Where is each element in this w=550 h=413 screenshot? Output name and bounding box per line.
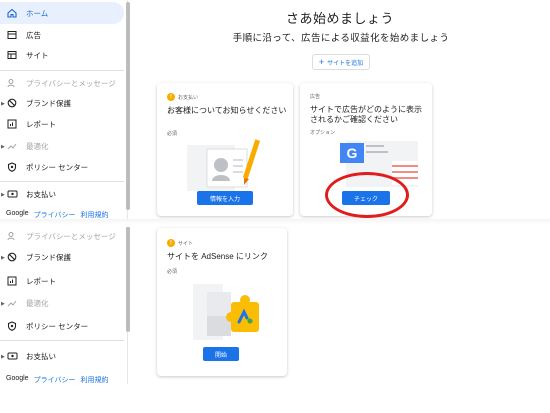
sidebar-footer: Google プライバシー 利用規約: [6, 375, 108, 385]
chip-label: サイト: [178, 240, 194, 247]
sidebar-item-payments[interactable]: お支払い: [0, 183, 124, 205]
sidebar-item-privacy[interactable]: プライバシーとメッセージ: [0, 72, 124, 94]
policy-icon: [6, 161, 18, 173]
sidebar-item-privacy[interactable]: プライバシーとメッセージ: [0, 225, 124, 247]
card-tag: 必須: [167, 131, 178, 137]
optimize-icon: [6, 297, 18, 309]
adsense-home-screenshot: ホーム 広告 サイト プライバシーとメッセージ ▶ ブランド保護 レポート ▶ …: [0, 0, 550, 413]
sidebar-item-label: レポート: [26, 119, 56, 129]
start-button[interactable]: 開始: [203, 347, 239, 361]
page-subtitle: 手順に沿って、広告による収益化を始めましょう: [232, 33, 450, 44]
block-icon: [6, 97, 18, 109]
sidebar-item-payments[interactable]: お支払い: [0, 345, 124, 367]
card-chip-label: 広告: [310, 94, 321, 100]
sidebar-item-label: 最適化: [26, 141, 49, 151]
privacy-icon: [6, 230, 18, 242]
profile-illustration: [187, 139, 261, 191]
sidebar-scrollbar[interactable]: [126, 226, 130, 332]
privacy-link[interactable]: プライバシー: [34, 375, 76, 385]
card-chip: ! お支払い: [167, 93, 198, 101]
sidebar-item-reports[interactable]: レポート: [0, 113, 124, 135]
sidebar-top: ホーム 広告 サイト プライバシーとメッセージ ▶ ブランド保護 レポート ▶ …: [0, 0, 128, 222]
add-site-button[interactable]: + サイトを追加: [312, 54, 370, 70]
sidebar-item-home[interactable]: ホーム: [0, 2, 124, 24]
sidebar-item-ads[interactable]: 広告: [0, 24, 124, 46]
sidebar-item-policy-center[interactable]: ポリシー センター: [0, 156, 124, 178]
alert-icon: !: [167, 239, 175, 247]
card-tag: 必須: [167, 269, 178, 275]
plus-icon: +: [318, 56, 325, 67]
sidebar-item-label: ポリシー センター: [26, 321, 89, 331]
sidebar-item-label: ブランド保護: [26, 98, 71, 108]
sidebar-item-brand-protection[interactable]: ブランド保護: [0, 246, 124, 268]
card-tag: オプション: [310, 130, 336, 136]
card-title: サイトを AdSense にリンク: [167, 252, 268, 261]
screenshot-seam: [0, 219, 550, 227]
ads-icon: [6, 29, 18, 41]
card-title: お客様についてお知らせください: [167, 106, 287, 115]
sidebar-scrollbar[interactable]: [126, 2, 130, 210]
highlight-circle-annotation: [325, 172, 409, 218]
sites-icon: [6, 49, 18, 61]
payments-card: ! お支払い お客様についてお知らせください 必須 情報を入力: [157, 83, 293, 216]
sidebar-divider: [0, 340, 124, 341]
sidebar-item-sites[interactable]: サイト: [0, 44, 124, 66]
sidebar-item-label: 広告: [26, 30, 41, 40]
terms-link[interactable]: 利用規約: [80, 375, 108, 385]
sidebar-item-reports[interactable]: レポート: [0, 270, 124, 292]
reports-icon: [6, 118, 18, 130]
sidebar-item-brand-protection[interactable]: ブランド保護: [0, 92, 124, 114]
sidebar-item-label: プライバシーとメッセージ: [26, 231, 116, 241]
policy-icon: [6, 320, 18, 332]
sidebar-item-label: ブランド保護: [26, 252, 71, 262]
add-site-label: サイトを追加: [327, 60, 364, 67]
sidebar-bottom: プライバシーとメッセージ ▶ ブランド保護 レポート ▶ 最適化 ポリシー セン…: [0, 224, 128, 384]
page-title: さあ始めましょう: [285, 11, 394, 26]
sidebar-item-label: 最適化: [26, 298, 49, 308]
payments-icon: [6, 188, 18, 200]
sidebar-item-label: サイト: [26, 50, 49, 60]
alert-icon: !: [167, 93, 175, 101]
card-title: サイトで広告がどのように表示されるかご確認ください: [310, 105, 422, 124]
chip-label: お支払い: [178, 94, 199, 101]
sidebar-item-optimize[interactable]: 最適化: [0, 292, 124, 314]
sidebar-item-label: レポート: [26, 276, 56, 286]
sidebar-item-policy-center[interactable]: ポリシー センター: [0, 315, 124, 337]
card-chip: ! サイト: [167, 239, 193, 247]
site-card: ! サイト サイトを AdSense にリンク 必須 開始: [157, 228, 287, 376]
link-puzzle-illustration: [193, 284, 259, 340]
payments-icon: [6, 350, 18, 362]
sidebar-item-label: お支払い: [26, 351, 56, 361]
sidebar-divider: [0, 70, 124, 71]
sidebar-divider: [0, 181, 124, 182]
sidebar-item-label: プライバシーとメッセージ: [26, 78, 116, 88]
svg-text:G: G: [347, 145, 358, 161]
privacy-icon: [6, 77, 18, 89]
sidebar-item-label: ポリシー センター: [26, 162, 89, 172]
enter-info-button[interactable]: 情報を入力: [197, 191, 253, 205]
sidebar-item-optimize[interactable]: 最適化: [0, 135, 124, 157]
footer-brand: Google: [6, 375, 29, 382]
block-icon: [6, 251, 18, 263]
reports-icon: [6, 275, 18, 287]
optimize-icon: [6, 140, 18, 152]
sidebar-item-label: お支払い: [26, 189, 56, 199]
home-icon: [6, 7, 18, 19]
sidebar-item-label: ホーム: [26, 8, 49, 18]
